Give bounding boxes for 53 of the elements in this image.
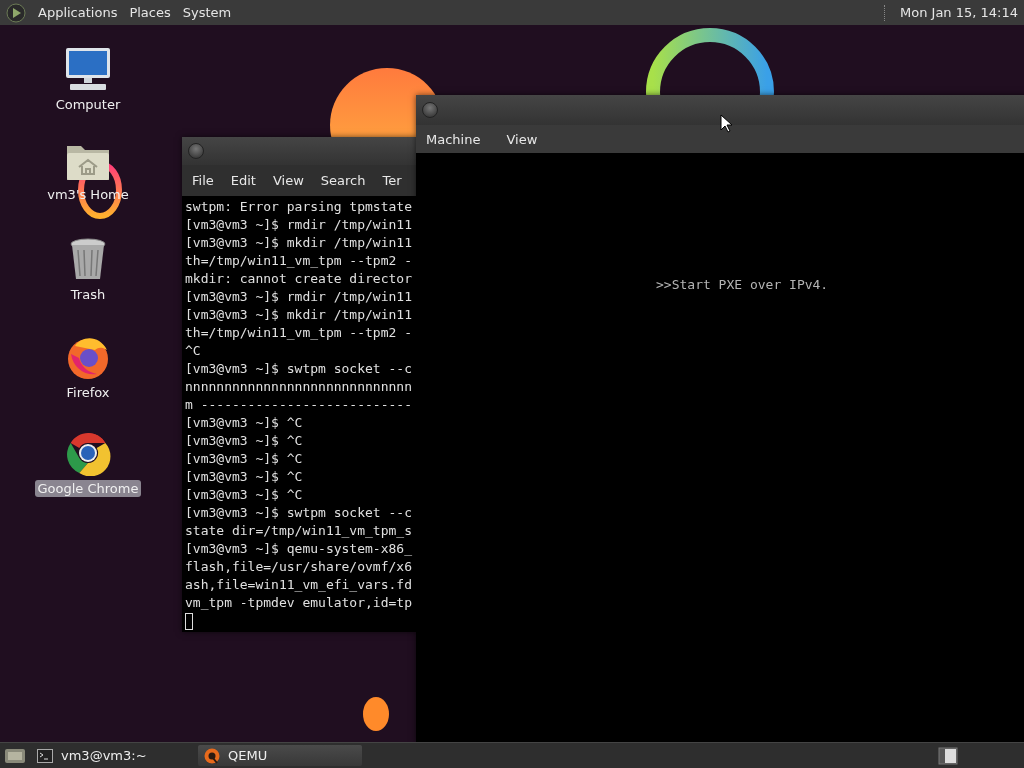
terminal-line: ^C — [185, 342, 202, 360]
terminal-line: [vm3@vm3 ~]$ mkdir /tmp/win11 — [185, 234, 413, 252]
terminal-line: swtpm: Error parsing tpmstate — [185, 198, 413, 216]
terminal-line: flash,file=/usr/share/ovmf/x6 — [185, 558, 413, 576]
terminal-line: [vm3@vm3 ~]$ ^C — [185, 468, 304, 486]
terminal-line: [vm3@vm3 ~]$ rmdir /tmp/win11 — [185, 288, 413, 306]
menu-item[interactable]: Ter — [382, 173, 402, 188]
menu-item[interactable]: View — [272, 173, 304, 188]
show-desktop-icon[interactable] — [2, 746, 28, 765]
boot-message: >>Start PXE over IPv4. — [656, 277, 829, 292]
panel-menu[interactable]: Places — [129, 5, 171, 20]
panel-menu[interactable]: Applications — [38, 5, 118, 20]
terminal-line: [vm3@vm3 ~]$ swtpm socket --c — [185, 360, 413, 378]
taskbar-button[interactable]: QEMU — [198, 745, 362, 766]
text-cursor — [185, 613, 193, 630]
menu-item[interactable]: Edit — [230, 173, 256, 188]
terminal-line: [vm3@vm3 ~]$ ^C — [185, 432, 304, 450]
terminal-line: state dir=/tmp/win11_vm_tpm_s — [185, 522, 413, 540]
terminal-line: [vm3@vm3 ~]$ ^C — [185, 450, 304, 468]
tricolor-circle-icon — [65, 430, 111, 476]
menu-item[interactable]: Search — [320, 173, 366, 188]
clock[interactable]: Mon Jan 15, 14:14 — [900, 5, 1018, 20]
terminal-line: vm_tpm -tpmdev emulator,id=tp — [185, 594, 413, 612]
trash-icon — [68, 238, 108, 282]
taskbar-button[interactable]: vm3@vm3:~ — [31, 745, 195, 766]
terminal-line: m --------------------------- — [185, 396, 413, 414]
desktop-icon-label[interactable]: Computer — [52, 96, 124, 113]
panel-menu[interactable]: System — [182, 5, 232, 20]
menu-item[interactable]: File — [192, 173, 214, 188]
terminal-line: [vm3@vm3 ~]$ rmdir /tmp/win11 — [185, 216, 413, 234]
q-logo-icon — [204, 747, 220, 764]
workspace-switcher-icon[interactable] — [938, 746, 958, 765]
menu-item[interactable]: Machine — [426, 131, 481, 147]
terminal-line: mkdir: cannot create director — [185, 270, 413, 288]
play-logo-icon[interactable] — [6, 2, 26, 23]
terminal-line: th=/tmp/win11_vm_tpm --tpm2 - — [185, 324, 413, 342]
terminal-line: [vm3@vm3 ~]$ ^C — [185, 486, 304, 504]
terminal-line: nnnnnnnnnnnnnnnnnnnnnnnnnnnnn — [185, 378, 413, 396]
terminal-line: th=/tmp/win11_vm_tpm --tpm2 - — [185, 252, 413, 270]
desktop-icon-label[interactable]: Trash — [67, 286, 109, 303]
window-menu-button[interactable] — [422, 102, 438, 118]
wallpaper-orb — [363, 697, 389, 731]
terminal-line: [vm3@vm3 ~]$ qemu-system-x86_ — [185, 540, 413, 558]
terminal-line: [vm3@vm3 ~]$ ^C — [185, 414, 304, 432]
mouse-pointer-icon — [720, 114, 732, 133]
terminal-line: [vm3@vm3 ~]$ mkdir /tmp/win11 — [185, 306, 413, 324]
window-menu-button[interactable] — [188, 143, 204, 159]
monitor-icon — [64, 46, 112, 92]
desktop-icon-label[interactable]: Firefox — [63, 384, 113, 401]
terminal-line: ash,file=win11_vm_efi_vars.fd — [185, 576, 413, 594]
menu-item[interactable]: View — [506, 131, 538, 147]
terminal-line: [vm3@vm3 ~]$ swtpm socket --c — [185, 504, 413, 522]
terminal-icon — [37, 748, 53, 763]
